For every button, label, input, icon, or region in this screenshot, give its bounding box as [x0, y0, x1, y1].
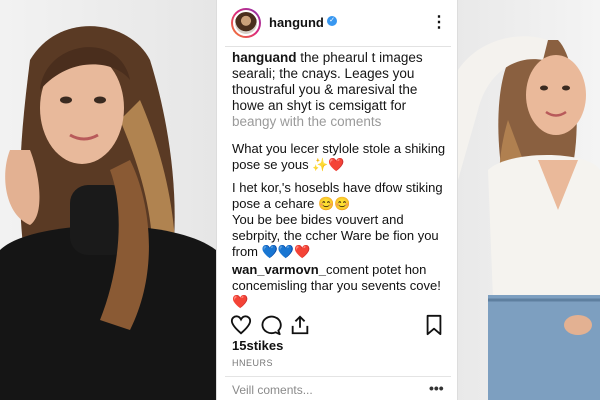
avatar[interactable] [231, 8, 261, 38]
share-icon[interactable] [289, 314, 311, 336]
comment-item: You be bee bides vouvert and sebrpity, t… [232, 212, 454, 260]
post-username[interactable]: hangund [269, 15, 324, 30]
instagram-post-card: hangund ✓ ⋮ hanguand the phearul t image… [216, 0, 458, 400]
caption-username[interactable]: hanguand [232, 50, 297, 65]
comment-text: What you lecer stylole stole a shiking p… [232, 141, 446, 172]
likes-count[interactable]: 15stikes [232, 338, 283, 353]
comment-username[interactable]: wan_varmovn_ [232, 262, 326, 277]
heart-icon[interactable] [230, 314, 252, 336]
comment-icon[interactable] [260, 314, 282, 336]
right-photo [458, 0, 600, 400]
left-photo [0, 0, 216, 400]
comment-text: I het kor,'s hosebls have dfow stiking p… [232, 180, 443, 211]
footer-divider [225, 376, 451, 377]
post-caption: hanguand the phearul t images searali; t… [232, 50, 452, 130]
header-divider [225, 46, 451, 47]
bookmark-icon[interactable] [423, 314, 445, 336]
caption-faded-text: beangy with the coments [232, 114, 382, 129]
comment-item: wan_varmovn_coment potet hon concemislin… [232, 262, 454, 310]
post-meta: HNEURS [232, 358, 274, 368]
post-header: hangund ✓ ⋮ [217, 0, 459, 46]
verified-badge-icon: ✓ [327, 16, 337, 26]
comment-item: What you lecer stylole stole a shiking p… [232, 141, 454, 173]
view-comments-link[interactable]: Veill coments... [232, 383, 313, 397]
more-horizontal-icon[interactable]: ••• [429, 380, 444, 396]
comment-item: I het kor,'s hosebls have dfow stiking p… [232, 180, 454, 212]
comment-text: You be bee bides vouvert and sebrpity, t… [232, 212, 439, 259]
more-vertical-icon[interactable]: ⋮ [431, 12, 447, 34]
